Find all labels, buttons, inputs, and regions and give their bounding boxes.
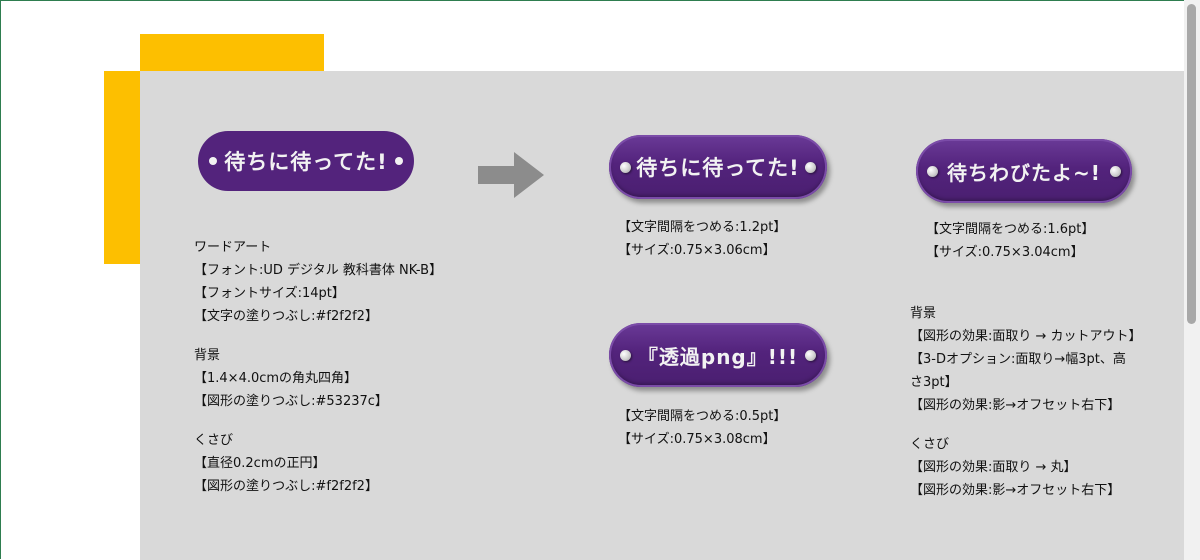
- wedge-fill-note: 【図形の塗りつぶし:#f2f2f2】: [194, 479, 378, 494]
- bevel-c-notes: 【文字間隔をつめる:0.5pt】 【サイズ:0.75×3.08cm】: [618, 405, 786, 451]
- wedge-bevel-note: 【図形の効果:面取り → 丸】: [910, 460, 1077, 475]
- size-note: 【サイズ:0.75×3.08cm】: [618, 432, 776, 447]
- wedge-dot-left: [620, 161, 631, 173]
- wedge-heading: くさび: [194, 433, 234, 448]
- vertical-scrollbar-thumb[interactable]: [1187, 4, 1196, 324]
- pill-label: 待ちに待ってた!: [636, 156, 800, 180]
- yellow-accent-block-left: [104, 71, 144, 264]
- wordart-pill-original: 待ちに待ってた!: [198, 131, 414, 191]
- wedge-dot-right: [1110, 165, 1121, 177]
- wedge-shape-note: 【直径0.2cmの正円】: [194, 456, 326, 471]
- background-heading: 背景: [910, 306, 937, 321]
- wedge-dot-left: [620, 349, 631, 361]
- shadow-effect-note: 【図形の効果:影→オフセット右下】: [910, 398, 1121, 413]
- wordart-settings-notes: ワードアート 【フォント:UD デジタル 教科書体 NK-B】 【フォントサイズ…: [194, 236, 442, 498]
- wordart-pill-bevel-b: 待ちわびたよ~!: [916, 139, 1132, 203]
- bevel-effect-notes: 背景 【図形の効果:面取り → カットアウト】 【3-Dオプション:面取り→幅3…: [910, 302, 1142, 502]
- wedge-heading: くさび: [910, 437, 950, 452]
- wedge-shadow-note: 【図形の効果:影→オフセット右下】: [910, 483, 1121, 498]
- 3d-option-note-line1: 【3-Dオプション:面取り→幅3pt、高: [910, 352, 1126, 367]
- wedge-dot-right: [805, 349, 816, 361]
- wedge-dot-right: [805, 161, 816, 173]
- wordart-heading: ワードアート: [194, 240, 272, 255]
- wedge-dot-left: [927, 165, 938, 177]
- spacing-note: 【文字間隔をつめる:1.6pt】: [926, 222, 1095, 237]
- wordart-pill-bevel-c: 『透過png』!!!: [609, 323, 827, 387]
- wedge-dot-left: [209, 157, 217, 165]
- wedge-dot-right: [395, 157, 403, 165]
- background-heading: 背景: [194, 348, 221, 363]
- background-shape-note: 【1.4×4.0cmの角丸四角】: [194, 371, 358, 386]
- pill-label: 『透過png』!!!: [637, 344, 799, 369]
- pill-label: 待ちわびたよ~!: [947, 160, 1101, 185]
- 3d-option-note-line2: さ3pt】: [910, 375, 958, 390]
- right-arrow-icon: [478, 152, 544, 198]
- bevel-a-notes: 【文字間隔をつめる:1.2pt】 【サイズ:0.75×3.06cm】: [618, 216, 786, 262]
- wordart-fill-note: 【文字の塗りつぶし:#f2f2f2】: [194, 309, 378, 324]
- size-note: 【サイズ:0.75×3.04cm】: [926, 245, 1084, 260]
- spacing-note: 【文字間隔をつめる:1.2pt】: [618, 220, 787, 235]
- pill-label: 待ちに待ってた!: [224, 150, 388, 174]
- wordart-font-note: 【フォント:UD デジタル 教科書体 NK-B】: [194, 263, 443, 278]
- wordart-pill-bevel-a: 待ちに待ってた!: [609, 135, 827, 199]
- wordart-size-note: 【フォントサイズ:14pt】: [194, 286, 345, 301]
- spacing-note: 【文字間隔をつめる:0.5pt】: [618, 409, 787, 424]
- size-note: 【サイズ:0.75×3.06cm】: [618, 243, 776, 258]
- bevel-effect-note: 【図形の効果:面取り → カットアウト】: [910, 329, 1142, 344]
- yellow-accent-block-top: [140, 34, 324, 74]
- bevel-b-size-notes: 【文字間隔をつめる:1.6pt】 【サイズ:0.75×3.04cm】: [926, 218, 1094, 264]
- background-fill-note: 【図形の塗りつぶし:#53237c】: [194, 394, 388, 409]
